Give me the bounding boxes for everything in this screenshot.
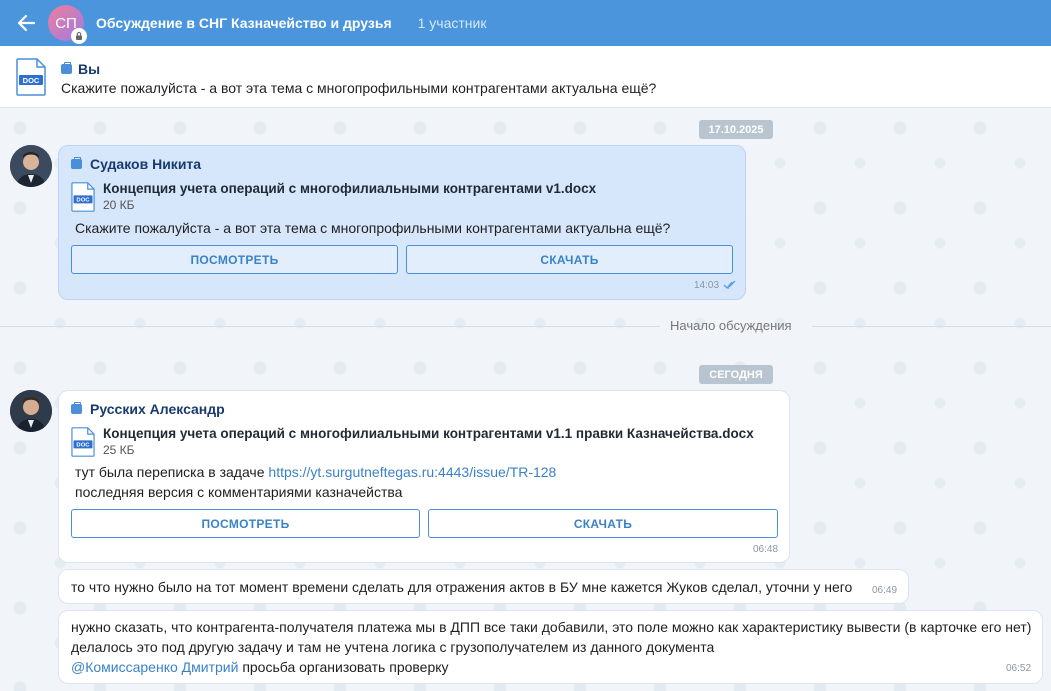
- issue-link[interactable]: https://yt.surgutneftegas.ru:4443/issue/…: [268, 464, 556, 480]
- briefcase-icon: [71, 402, 82, 414]
- chat-title[interactable]: Обсуждение в СНГ Казначейство и друзья: [96, 15, 392, 31]
- date-chip: СЕГОДНЯ: [699, 365, 773, 384]
- message-time: 14:03: [694, 280, 720, 291]
- message-time: 06:49: [872, 585, 898, 596]
- briefcase-icon: [61, 62, 72, 74]
- message-text: нужно сказать, что контрагента-получател…: [71, 619, 1032, 635]
- message-list[interactable]: 17.10.2025 Судаков Никита DOC Концепция …: [0, 108, 1051, 691]
- date-chip: 17.10.2025: [699, 120, 773, 139]
- doc-icon-label: DOC: [23, 76, 40, 85]
- user-mention[interactable]: @Комиссаренко Дмитрий: [71, 659, 238, 675]
- pinned-text: Скажите пожалуйста - а вот эта тема с мн…: [61, 80, 657, 96]
- divider-line: [0, 326, 660, 327]
- avatar[interactable]: [10, 145, 52, 187]
- chat-members-count[interactable]: 1 участник: [418, 15, 487, 31]
- message-text-line: тут была переписка в задаче https://yt.s…: [75, 462, 556, 482]
- message-bubble[interactable]: нужно сказать, что контрагента-получател…: [58, 610, 1043, 684]
- doc-icon-label: DOC: [76, 443, 90, 449]
- message-time: 06:52: [1006, 663, 1032, 674]
- doc-icon-label: DOC: [76, 198, 90, 204]
- file-name[interactable]: Концепция учета операций с многофилиальн…: [103, 426, 754, 441]
- doc-file-icon[interactable]: DOC: [71, 182, 95, 212]
- lock-icon: [71, 28, 87, 44]
- message-text: последняя версия с комментариями казначе…: [75, 484, 403, 500]
- message-bubble[interactable]: Судаков Никита DOC Концепция учета опера…: [58, 145, 746, 300]
- download-button[interactable]: СКАЧАТЬ: [428, 509, 778, 538]
- chat-header: СП Обсуждение в СНГ Казначейство и друзь…: [0, 0, 1051, 46]
- pinned-author-name: Вы: [78, 61, 101, 77]
- message-author[interactable]: Русских Александр: [71, 401, 225, 417]
- pinned-message[interactable]: DOC Вы Скажите пожалуйста - а вот эта те…: [0, 46, 1051, 108]
- message-text: просьба организовать проверку: [242, 659, 449, 675]
- briefcase-icon: [71, 157, 82, 169]
- back-arrow-icon[interactable]: [14, 11, 38, 35]
- avatar[interactable]: [10, 390, 52, 432]
- message-bubble[interactable]: Русских Александр DOC Концепция учета оп…: [58, 390, 790, 563]
- discussion-start-label: Начало обсуждения: [670, 318, 792, 333]
- message-time: 06:48: [753, 544, 779, 555]
- message-author-name: Русских Александр: [90, 401, 225, 417]
- view-button[interactable]: ПОСМОТРЕТЬ: [71, 245, 398, 274]
- chat-avatar[interactable]: СП: [48, 5, 87, 44]
- message-text-line: @Комиссаренко Дмитрий просьба организова…: [71, 657, 449, 677]
- message-text: делалось это под другую задачу и там не …: [71, 639, 715, 655]
- read-checks-icon: [723, 280, 736, 289]
- doc-file-icon: DOC: [16, 58, 46, 96]
- message-author-name: Судаков Никита: [90, 156, 202, 172]
- message-author[interactable]: Судаков Никита: [71, 156, 201, 172]
- message-text: тут была переписка в задаче: [75, 464, 265, 480]
- file-name[interactable]: Концепция учета операций с многофилиальн…: [103, 181, 596, 196]
- view-button[interactable]: ПОСМОТРЕТЬ: [71, 509, 420, 538]
- message-text: то что нужно было на тот момент времени …: [71, 579, 853, 595]
- file-size: 25 КБ: [103, 443, 135, 457]
- doc-file-icon[interactable]: DOC: [71, 427, 95, 457]
- message-bubble[interactable]: то что нужно было на тот момент времени …: [58, 569, 909, 604]
- divider-line: [812, 326, 1051, 327]
- pinned-author: Вы: [61, 61, 100, 77]
- download-button[interactable]: СКАЧАТЬ: [406, 245, 733, 274]
- message-text: Скажите пожалуйста - а вот эта тема с мн…: [75, 220, 671, 236]
- file-size: 20 КБ: [103, 198, 135, 212]
